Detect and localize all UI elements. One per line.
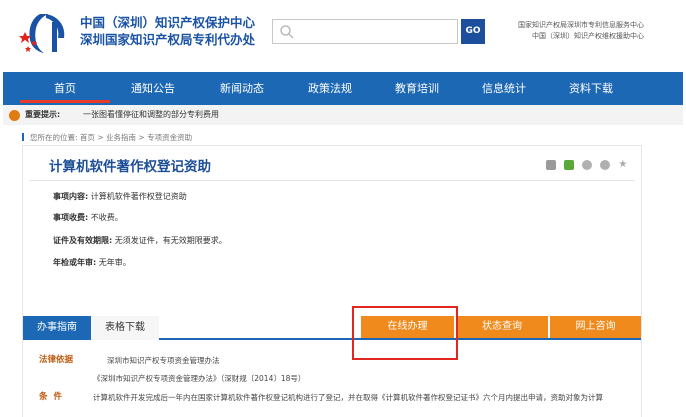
breadcrumb-guide[interactable]: 业务指南: [106, 133, 136, 142]
nav-item-home[interactable]: 首页: [20, 72, 110, 105]
breadcrumb: 您所在的位置: 首页 > 业务指南 > 专项资金资助: [22, 132, 192, 144]
law-label: 法律依据: [39, 355, 74, 365]
star-icon[interactable]: ★: [618, 160, 628, 170]
field-annual-review: 年检或年审: 无年审。: [53, 257, 131, 268]
law-line1: 深圳市知识产权专项资金管理办法: [107, 356, 220, 365]
nav-item-statistics[interactable]: 信息统计: [459, 72, 549, 105]
search-icon: [280, 25, 294, 39]
tabs-bar: 办事指南 表格下载 在线办理 状态查询 网上咨询: [23, 316, 641, 340]
main-nav: 首页 通知公告 新闻动态 政策法规 教育培训 信息统计 资料下载: [3, 72, 683, 105]
highlight-annotation: [352, 306, 458, 360]
breadcrumb-separator: >: [97, 133, 104, 142]
location-marker-icon: [22, 133, 24, 141]
field-certificate: 证件及有效期限: 无须发证件，有无效期限要求。: [53, 235, 227, 246]
tab-guide[interactable]: 办事指南: [23, 316, 91, 340]
breadcrumb-current[interactable]: 专项资金资助: [147, 133, 192, 142]
field-label: 证件及有效期限:: [53, 236, 113, 245]
nav-item-notices[interactable]: 通知公告: [108, 72, 198, 105]
field-label: 事项收费:: [53, 213, 89, 222]
nav-item-policy[interactable]: 政策法规: [285, 72, 375, 105]
status-query-button[interactable]: 状态查询: [456, 316, 548, 338]
search-go-button[interactable]: GO: [461, 19, 485, 44]
weibo-icon[interactable]: [582, 160, 593, 170]
condition-text: 计算机软件开发完成后一年内在国家计算机软件著作权登记机构进行了登记，并在取得《计…: [93, 393, 603, 402]
add-icon[interactable]: [546, 160, 556, 170]
field-value: 计算机软件著作权登记资助: [90, 192, 187, 201]
search-box[interactable]: [272, 19, 458, 44]
site-logo[interactable]: [18, 10, 74, 56]
search-input[interactable]: [299, 22, 453, 41]
condition-label: 条件: [39, 392, 69, 402]
breadcrumb-separator: >: [138, 133, 145, 142]
field-value: 无年审。: [98, 258, 131, 267]
header-links: 国家知识产权局深圳市专利信息服务中心 中国（深圳）知识产权维权援助中心: [518, 20, 644, 42]
content-panel: 计算机软件著作权登记资助 ★ 事项内容: 计算机软件著作权登记资助 事项收费: …: [22, 145, 642, 417]
online-consult-button[interactable]: 网上咨询: [550, 316, 641, 338]
site-name-line2: 深圳国家知识产权局专利代办处: [80, 32, 256, 47]
field-value: 不收费。: [90, 213, 123, 222]
breadcrumb-prefix: 您所在的位置:: [30, 133, 78, 142]
law-line2: 《深圳市知识产权专项资金管理办法》（深财规〔2014〕18号）: [93, 374, 306, 383]
wechat-icon[interactable]: [564, 160, 575, 170]
field-content: 事项内容: 计算机软件著作权登记资助: [53, 191, 187, 202]
page-title: 计算机软件著作权登记资助: [49, 159, 211, 175]
title-divider: [29, 180, 635, 181]
notice-link[interactable]: 一张图看懂停征和调整的部分专利费用: [83, 105, 219, 125]
field-label: 年检或年审:: [53, 258, 97, 267]
tab-forms[interactable]: 表格下载: [91, 316, 159, 340]
nav-item-downloads[interactable]: 资料下载: [546, 72, 636, 105]
header-link-2[interactable]: 中国（深圳）知识产权维权援助中心: [518, 31, 644, 42]
field-label: 事项内容:: [53, 192, 89, 201]
breadcrumb-home[interactable]: 首页: [80, 133, 95, 142]
nav-item-news[interactable]: 新闻动态: [197, 72, 287, 105]
notice-label: 重要提示:: [25, 110, 61, 119]
site-name: 中国（深圳）知识产权保护中心 深圳国家知识产权局专利代办处: [80, 14, 255, 48]
site-name-line1: 中国（深圳）知识产权保护中心: [80, 15, 256, 30]
qq-icon[interactable]: [600, 160, 611, 170]
notice-bar: 重要提示: 一张图看懂停征和调整的部分专利费用: [3, 105, 683, 125]
nav-item-training[interactable]: 教育培训: [372, 72, 462, 105]
speaker-icon: [9, 110, 20, 121]
header-link-1[interactable]: 国家知识产权局深圳市专利信息服务中心: [518, 20, 644, 31]
site-header: 中国（深圳）知识产权保护中心 深圳国家知识产权局专利代办处 GO 国家知识产权局…: [0, 0, 686, 72]
field-fee: 事项收费: 不收费。: [53, 212, 123, 223]
field-value: 无须发证件，有无效期限要求。: [114, 236, 227, 245]
share-toolbar: ★: [546, 160, 631, 172]
